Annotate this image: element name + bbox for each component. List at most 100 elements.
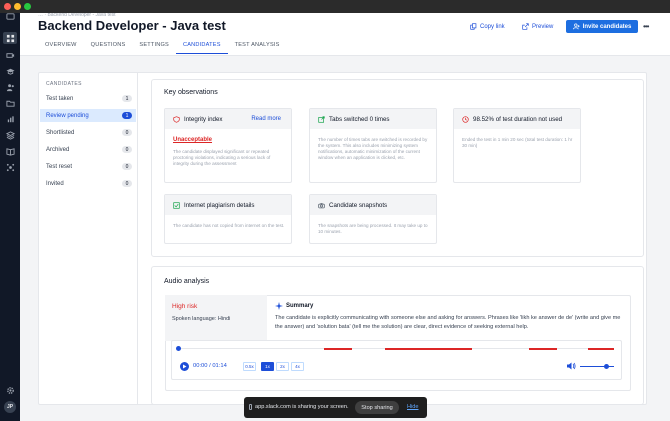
sharing-message: app.slack.com is sharing your screen.: [255, 404, 349, 410]
snapshots-description: The snapshots are being processed. It ma…: [318, 223, 428, 234]
status-count-badge: 1: [122, 95, 132, 102]
shield-icon: [173, 115, 180, 123]
speed-4x-button[interactable]: 4x: [291, 362, 304, 371]
add-user-icon: [572, 23, 580, 30]
copy-link-button[interactable]: Copy link: [470, 20, 505, 33]
users-icon[interactable]: [5, 82, 15, 92]
maximize-window-button[interactable]: [24, 3, 31, 10]
tab-switch-icon: [318, 115, 325, 123]
status-label: Review pending: [46, 112, 89, 119]
status-archived[interactable]: Archived 0: [40, 143, 136, 156]
risk-level: High risk: [172, 303, 198, 310]
tab-bar: OVERVIEW QUESTIONS SETTINGS CANDIDATES T…: [38, 40, 287, 54]
sharing-icon: [249, 404, 252, 410]
snapshots-card: Candidate snapshots The snapshots are be…: [309, 194, 437, 244]
playback-time: 00:00 / 01:14: [193, 363, 227, 369]
status-invited[interactable]: Invited 0: [40, 177, 136, 190]
integrity-status[interactable]: Unacceptable: [173, 137, 212, 143]
folder-icon[interactable]: [5, 98, 15, 108]
play-icon: [183, 364, 187, 369]
breadcrumb[interactable]: … · Backend Developer - Java test: [38, 13, 116, 17]
left-nav-rail: [0, 11, 20, 421]
status-test-taken[interactable]: Test taken 1: [40, 92, 136, 105]
volume-icon[interactable]: [566, 361, 576, 371]
status-test-reset[interactable]: Test reset 0: [40, 160, 136, 173]
summary-text: The candidate is explicitly communicatin…: [275, 315, 621, 330]
video-icon[interactable]: [5, 50, 15, 60]
preview-label: Preview: [532, 23, 554, 30]
tab-settings[interactable]: SETTINGS: [132, 40, 176, 54]
summary-title: Summary: [286, 303, 314, 309]
integrity-index-card: Integrity index Read more Unacceptable T…: [164, 108, 292, 183]
external-link-icon: [522, 23, 529, 30]
page-title: Backend Developer - Java test: [38, 18, 226, 33]
flagged-segment[interactable]: [528, 347, 558, 350]
status-count-badge: 0: [122, 163, 132, 170]
audio-analysis-title: Audio analysis: [164, 278, 210, 285]
screen-sharing-toast: app.slack.com is sharing your screen. St…: [244, 397, 427, 418]
audio-timeline[interactable]: [176, 346, 614, 351]
status-count-badge: 1: [122, 112, 132, 119]
more-options-icon[interactable]: •••: [643, 22, 649, 31]
plagiarism-description: The candidate has not copied from intern…: [173, 223, 285, 228]
clock-icon: [462, 115, 469, 123]
integrity-description: The candidate displayed significant or r…: [173, 149, 271, 166]
tab-questions[interactable]: QUESTIONS: [84, 40, 133, 54]
status-label: Invited: [46, 180, 64, 187]
flagged-segment[interactable]: [385, 347, 473, 350]
summary-heading: Summary: [275, 302, 313, 310]
status-label: Archived: [46, 146, 70, 153]
volume-knob[interactable]: [604, 364, 610, 369]
speed-0-5x-button[interactable]: 0.5x: [243, 362, 256, 371]
close-window-button[interactable]: [4, 3, 11, 10]
integrations-icon[interactable]: [5, 162, 15, 172]
tests-icon[interactable]: [3, 32, 17, 44]
status-review-pending[interactable]: Review pending 1: [40, 109, 136, 122]
tabs-switched-card: Tabs switched 0 times The number of time…: [309, 108, 437, 183]
tab-candidates[interactable]: CANDIDATES: [175, 40, 228, 54]
status-count-badge: 0: [122, 129, 132, 136]
integrity-title: Integrity index: [184, 115, 223, 123]
settings-gear-icon[interactable]: [5, 385, 15, 395]
duration-title: 98.52% of test duration not used: [473, 115, 563, 123]
snapshots-title: Candidate snapshots: [329, 201, 388, 209]
status-shortlisted[interactable]: Shortlisted 0: [40, 126, 136, 139]
candidates-heading: CANDIDATES: [46, 81, 82, 87]
tabs-switched-description: The number of times tabs are switched is…: [318, 137, 428, 160]
plagiarism-card: Internet plagiarism details The candidat…: [164, 194, 292, 244]
copy-icon: [470, 23, 477, 30]
tab-overview[interactable]: OVERVIEW: [38, 40, 84, 54]
status-count-badge: 0: [122, 180, 132, 187]
hide-toast-button[interactable]: Hide: [407, 404, 419, 410]
tab-test-analysis[interactable]: TEST ANALYSIS: [228, 40, 287, 54]
read-more-link[interactable]: Read more: [251, 116, 281, 122]
speed-1x-button[interactable]: 1x: [261, 362, 274, 371]
preview-button[interactable]: Preview: [522, 20, 553, 33]
minimize-window-button[interactable]: [14, 3, 21, 10]
analytics-icon[interactable]: [5, 114, 15, 124]
playhead-handle[interactable]: [176, 346, 181, 351]
flagged-segment[interactable]: [324, 347, 353, 350]
flagged-segment[interactable]: [587, 347, 614, 350]
speed-2x-button[interactable]: 2x: [276, 362, 289, 371]
key-observations-title: Key observations: [164, 89, 218, 96]
graduation-cap-icon[interactable]: [5, 66, 15, 76]
play-button[interactable]: [180, 362, 189, 371]
checkbox-icon: [173, 201, 180, 209]
plagiarism-title: Internet plagiarism details: [184, 201, 255, 209]
ai-sparkle-icon: [275, 302, 283, 310]
status-label: Test reset: [46, 163, 73, 170]
book-icon[interactable]: [5, 146, 15, 156]
spoken-language: Spoken language: Hindi: [172, 316, 231, 322]
tabs-switched-title: Tabs switched 0 times: [329, 115, 390, 123]
stop-sharing-button[interactable]: Stop sharing: [355, 401, 399, 414]
menu-icon[interactable]: [5, 11, 15, 21]
invite-candidates-button[interactable]: Invite candidates: [566, 20, 638, 33]
duration-description: Ended the test in 1 min 20 sec (total te…: [462, 137, 573, 148]
user-avatar[interactable]: JP: [4, 401, 16, 413]
status-label: Shortlisted: [46, 129, 75, 136]
layers-icon[interactable]: [5, 130, 15, 140]
status-label: Test taken: [46, 95, 74, 102]
audio-player: [171, 340, 622, 380]
status-count-badge: 0: [122, 146, 132, 153]
